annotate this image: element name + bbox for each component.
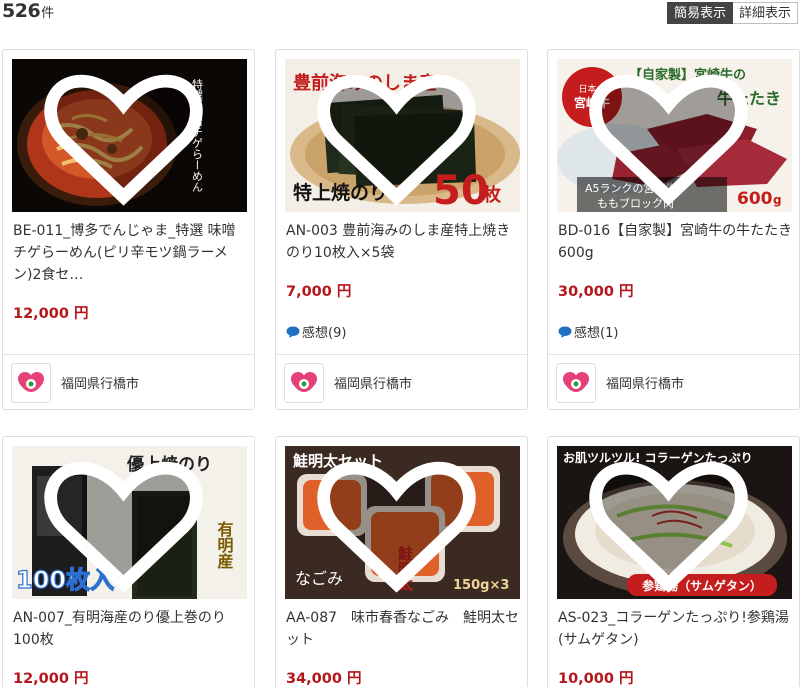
product-card[interactable]: 特選 味噌チゲらーめん BE-011_博多でんじゃま_特選 味噌チゲらーめん(ピ… xyxy=(2,49,255,410)
municipality-name: 福岡県行橋市 xyxy=(61,377,140,392)
municipality-row[interactable]: 福岡県行橋市 xyxy=(548,354,799,409)
product-price: 7,000 円 xyxy=(286,284,352,300)
product-image[interactable]: 豊前海みのしま産 特上焼のり 50 枚 xyxy=(285,59,520,212)
favorite-heart-icon[interactable] xyxy=(285,450,514,599)
municipality-row[interactable]: 福岡県行橋市 xyxy=(276,354,527,409)
view-toggle: 簡易表示 詳細表示 xyxy=(666,2,798,24)
results-count-unit: 件 xyxy=(41,6,55,21)
product-price: 12,000 円 xyxy=(13,306,89,322)
speech-bubble-icon xyxy=(286,326,300,338)
detail-view-button[interactable]: 詳細表示 xyxy=(732,2,798,24)
product-price: 10,000 円 xyxy=(558,671,634,687)
product-title[interactable]: AN-003 豊前海みのしま産特上焼きのり10枚入×5袋 xyxy=(286,220,522,264)
municipality-logo-icon xyxy=(284,362,324,403)
favorite-heart-icon[interactable] xyxy=(285,63,514,212)
product-card[interactable]: 優上焼のり 有明産 100枚入 AN-007_有明海産のり優上巻のり100枚 1… xyxy=(2,436,255,687)
speech-bubble-icon xyxy=(558,326,572,338)
review-link[interactable]: 感想(9) xyxy=(286,322,346,341)
product-card[interactable]: 豊前海みのしま産 特上焼のり 50 枚 AN-003 豊前海みのしま産特上焼きの… xyxy=(275,49,528,410)
product-card[interactable]: 鮭明太セット 鮭明太 なごみ 150g×3 AA-087 味市春香なごみ 鮭明太… xyxy=(275,436,528,687)
municipality-row[interactable]: 福岡県行橋市 xyxy=(3,354,254,409)
favorite-heart-icon[interactable] xyxy=(557,63,786,212)
product-card[interactable]: お肌ツルツル! コラーゲンたっぷり 参鶏湯（サムゲタン） AS-023_コラーゲ… xyxy=(547,436,800,687)
product-image[interactable]: 優上焼のり 有明産 100枚入 xyxy=(12,446,247,599)
product-image[interactable]: 日本一 宮崎牛 【自家製】宮崎牛の 牛たたき A5ランクの宮崎牛 ももブロック肉… xyxy=(557,59,792,212)
favorite-heart-icon[interactable] xyxy=(12,450,241,599)
favorite-heart-icon[interactable] xyxy=(557,450,786,599)
product-image[interactable]: お肌ツルツル! コラーゲンたっぷり 参鶏湯（サムゲタン） xyxy=(557,446,792,599)
review-link[interactable]: 感想(1) xyxy=(558,322,618,341)
product-title[interactable]: AN-007_有明海産のり優上巻のり100枚 xyxy=(13,607,249,651)
product-card[interactable]: 日本一 宮崎牛 【自家製】宮崎牛の 牛たたき A5ランクの宮崎牛 ももブロック肉… xyxy=(547,49,800,410)
municipality-logo-icon xyxy=(556,362,596,403)
product-price: 12,000 円 xyxy=(13,671,89,687)
product-title[interactable]: BD-016【自家製】宮崎牛の牛たたき600g xyxy=(558,220,794,264)
results-count-number: 526 xyxy=(2,0,41,22)
favorite-heart-icon[interactable] xyxy=(12,63,241,212)
product-price: 30,000 円 xyxy=(558,284,634,300)
municipality-name: 福岡県行橋市 xyxy=(606,377,685,392)
results-count: 526 件 xyxy=(2,0,54,22)
product-title[interactable]: BE-011_博多でんじゃま_特選 味噌チゲらーめん(ピリ辛モツ鍋ラーメン)2食… xyxy=(13,220,249,286)
product-title[interactable]: AS-023_コラーゲンたっぷり!参鶏湯(サムゲタン) xyxy=(558,607,794,651)
product-image[interactable]: 特選 味噌チゲらーめん xyxy=(12,59,247,212)
product-price: 34,000 円 xyxy=(286,671,362,687)
municipality-name: 福岡県行橋市 xyxy=(334,377,413,392)
product-image[interactable]: 鮭明太セット 鮭明太 なごみ 150g×3 xyxy=(285,446,520,599)
review-count: 感想(9) xyxy=(302,326,347,341)
municipality-logo-icon xyxy=(11,362,51,403)
simple-view-button[interactable]: 簡易表示 xyxy=(666,2,733,24)
review-count: 感想(1) xyxy=(574,326,619,341)
product-title[interactable]: AA-087 味市春香なごみ 鮭明太セット xyxy=(286,607,522,651)
